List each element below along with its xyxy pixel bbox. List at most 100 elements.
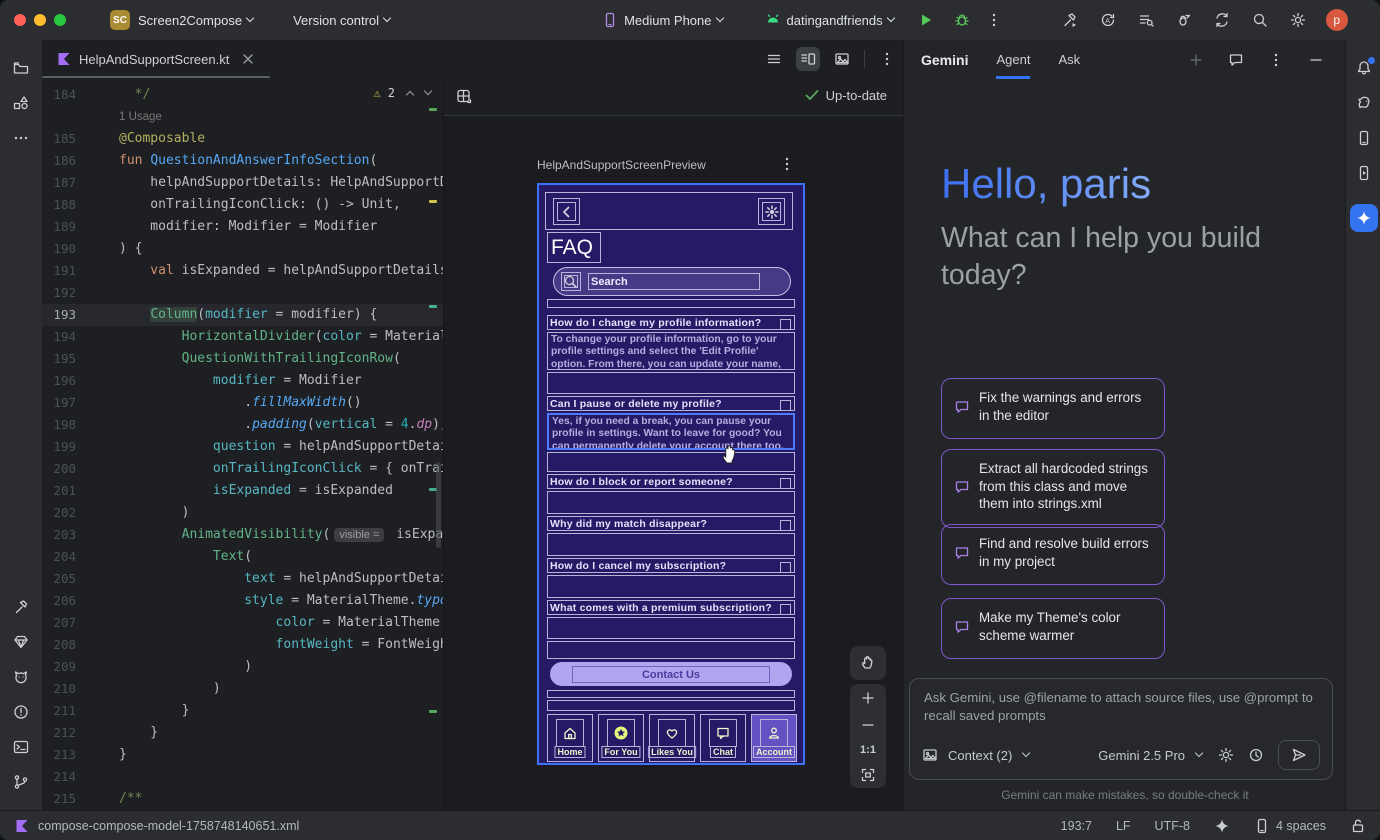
running-devices-icon[interactable]	[1349, 158, 1379, 188]
code-line[interactable]: 202 )	[42, 502, 443, 524]
wire-settings-button[interactable]	[758, 198, 785, 225]
run-configuration-selector[interactable]: datingandfriends	[765, 12, 894, 28]
code-line[interactable]: 213}	[42, 744, 443, 766]
code-line[interactable]: 199 question = helpAndSupportDetai	[42, 436, 443, 458]
history-icon[interactable]	[1248, 747, 1264, 763]
sync-project-icon[interactable]	[1214, 12, 1230, 28]
code-line[interactable]: 200 onTrailingIconClick = { onTrai	[42, 458, 443, 480]
close-tab-icon[interactable]	[240, 51, 256, 67]
version-control-icon[interactable]	[6, 767, 36, 797]
app-quality-gem-icon[interactable]	[6, 627, 36, 657]
code-line[interactable]: 205 text = helpAndSupportDetai	[42, 568, 443, 590]
code-editor[interactable]: 184 */1 Usage185@Composable186fun Questi…	[42, 78, 443, 810]
editor-options-icon[interactable]	[879, 51, 895, 67]
wire-nav-chat[interactable]: Chat	[700, 714, 746, 762]
preview-image-icon[interactable]	[834, 51, 850, 67]
code-line[interactable]: 185@Composable	[42, 128, 443, 150]
wire-search-bar[interactable]: Search	[553, 267, 791, 296]
debug-button[interactable]	[954, 12, 970, 28]
build-hammer-icon[interactable]	[6, 592, 36, 622]
code-line[interactable]: 209 )	[42, 656, 443, 678]
attach-image-icon[interactable]	[922, 747, 938, 763]
code-line[interactable]: 191 val isExpanded = helpAndSupportDetai…	[42, 260, 443, 282]
device-manager-icon[interactable]	[1349, 123, 1379, 153]
code-line[interactable]: 211 }	[42, 700, 443, 722]
code-line[interactable]: 203 AnimatedVisibility(visible = isExpan	[42, 524, 443, 546]
context-dropdown[interactable]: Context (2)	[948, 748, 1029, 763]
zoom-fit-button[interactable]	[860, 767, 876, 783]
expand-icon[interactable]	[780, 400, 791, 411]
zoom-out-button[interactable]	[860, 717, 876, 733]
code-inlay-usage[interactable]: 1 Usage	[42, 106, 443, 128]
code-line[interactable]: 186fun QuestionAndAnswerInfoSection(	[42, 150, 443, 172]
model-dropdown[interactable]: Gemini 2.5 Pro	[1098, 748, 1202, 763]
gemini-settings-icon[interactable]	[1218, 747, 1234, 763]
code-line[interactable]: 214	[42, 766, 443, 788]
code-line[interactable]: 215/**	[42, 788, 443, 810]
wire-faq-question[interactable]: Can I pause or delete my profile?	[547, 396, 795, 411]
indent-widget[interactable]: 4 spaces	[1254, 818, 1326, 834]
inspection-widget[interactable]: ⚠ 2	[374, 86, 431, 100]
wire-contact-button[interactable]: Contact Us	[550, 662, 792, 686]
wire-nav-home[interactable]: Home	[547, 714, 593, 762]
wire-nav-account[interactable]: Account	[751, 714, 797, 762]
search-input[interactable]: Search	[588, 273, 760, 290]
sync-a-icon[interactable]: A	[1100, 12, 1116, 28]
run-button[interactable]	[918, 12, 934, 28]
code-line[interactable]: 188 onTrailingIconClick: () -> Unit,	[42, 194, 443, 216]
more-run-options-button[interactable]	[986, 12, 1002, 28]
lock-icon[interactable]	[1350, 818, 1366, 834]
zoom-in-button[interactable]	[860, 690, 876, 706]
code-line[interactable]: 206 style = MaterialTheme.typo	[42, 590, 443, 612]
settings-icon[interactable]	[1290, 12, 1306, 28]
line-ending[interactable]: LF	[1116, 819, 1131, 833]
code-line[interactable]: 207 color = MaterialTheme.	[42, 612, 443, 634]
expand-icon[interactable]	[780, 562, 791, 573]
close-window-button[interactable]	[14, 14, 26, 26]
wire-faq-question[interactable]: What comes with a premium subscription?	[547, 600, 795, 615]
code-line[interactable]: 189 modifier: Modifier = Modifier	[42, 216, 443, 238]
tab-helpandsupportscreen[interactable]: HelpAndSupportScreen.kt	[42, 40, 266, 78]
wire-back-button[interactable]	[553, 198, 580, 225]
profiler-bug-icon[interactable]	[1176, 12, 1192, 28]
phone-preview[interactable]: FAQ Search How do I change my profile in…	[537, 183, 805, 765]
wire-faq-question[interactable]: How do I cancel my subscription?	[547, 558, 795, 573]
split-editor-icon[interactable]	[796, 47, 820, 71]
terminal-icon[interactable]	[6, 732, 36, 762]
suggestion-card[interactable]: Extract all hardcoded strings from this …	[941, 449, 1165, 528]
suggestion-card[interactable]: Fix the warnings and errors in the edito…	[941, 378, 1165, 439]
code-line[interactable]: 196 modifier = Modifier	[42, 370, 443, 392]
gemini-input-box[interactable]: Ask Gemini, use @filename to attach sour…	[909, 678, 1333, 780]
wire-nav-for-you[interactable]: For You	[598, 714, 644, 762]
expand-icon[interactable]	[780, 520, 791, 531]
new-chat-icon[interactable]	[1188, 52, 1204, 68]
expand-icon[interactable]	[780, 604, 791, 615]
code-line[interactable]: 194 HorizontalDivider(color = MaterialT	[42, 326, 443, 348]
maximize-window-button[interactable]	[54, 14, 66, 26]
expand-icon[interactable]	[780, 478, 791, 489]
code-line[interactable]: 193 Column(modifier = modifier) {	[42, 304, 443, 326]
search-icon[interactable]	[1252, 12, 1268, 28]
project-folder-icon[interactable]	[6, 53, 36, 83]
device-selector[interactable]: Medium Phone	[602, 12, 722, 28]
zoom-actual-button[interactable]: 1:1	[860, 744, 876, 756]
code-line[interactable]: 195 QuestionWithTrailingIconRow(	[42, 348, 443, 370]
code-line[interactable]: 197 .fillMaxWidth()	[42, 392, 443, 414]
gemini-status-icon[interactable]	[1214, 818, 1230, 834]
send-button[interactable]	[1278, 740, 1320, 770]
suggestion-card[interactable]: Find and resolve build errors in my proj…	[941, 524, 1165, 585]
logcat-cat-icon[interactable]	[6, 662, 36, 692]
wire-faq-question[interactable]: Why did my match disappear?	[547, 516, 795, 531]
wire-nav-likes-you[interactable]: Likes You	[649, 714, 695, 762]
next-warning-icon[interactable]	[424, 87, 432, 95]
gemini-options-icon[interactable]	[1268, 52, 1284, 68]
user-avatar[interactable]: p	[1326, 9, 1348, 31]
tab-agent[interactable]: Agent	[996, 52, 1030, 79]
code-line[interactable]: 208 fontWeight = FontWeigh	[42, 634, 443, 656]
resource-manager-icon[interactable]	[6, 88, 36, 118]
problems-icon[interactable]	[6, 697, 36, 727]
code-line[interactable]: 187 helpAndSupportDetails: HelpAndSuppor…	[42, 172, 443, 194]
build-hammer-icon[interactable]	[1062, 12, 1078, 28]
caret-position[interactable]: 193:7	[1061, 819, 1092, 833]
code-line[interactable]: 198 .padding(vertical = 4.dp),	[42, 414, 443, 436]
